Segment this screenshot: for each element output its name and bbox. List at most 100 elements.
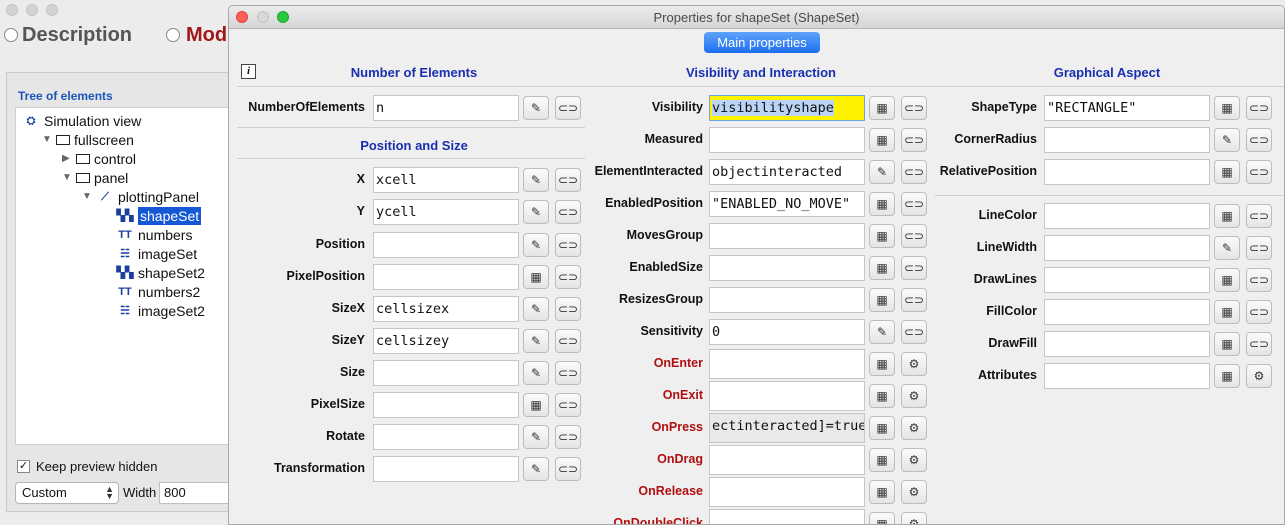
main-properties-button[interactable]: Main properties <box>704 32 820 53</box>
link-icon[interactable]: ⊂⊃ <box>901 224 927 248</box>
tree-node[interactable]: TT numbers <box>102 226 192 244</box>
open-dialog-icon[interactable]: ▦ <box>869 192 895 216</box>
link-icon[interactable]: ⊂⊃ <box>901 160 927 184</box>
edit-value-icon[interactable]: ✎ <box>523 425 549 449</box>
property-input-cornerradius[interactable] <box>1044 127 1210 153</box>
property-input-transformation[interactable] <box>373 456 519 482</box>
property-input-sizey[interactable]: cellsizey <box>373 328 519 354</box>
edit-value-icon[interactable]: ✎ <box>523 361 549 385</box>
link-icon[interactable]: ⊂⊃ <box>901 320 927 344</box>
open-dialog-icon[interactable]: ▦ <box>1214 364 1240 388</box>
tree-node[interactable]: ▼ fullscreen <box>42 131 134 149</box>
open-dialog-icon[interactable]: ▦ <box>869 288 895 312</box>
tree-node[interactable]: ▶ control <box>62 150 136 168</box>
link-icon[interactable]: ⊂⊃ <box>555 297 581 321</box>
gear-icon[interactable]: ⚙ <box>901 480 927 504</box>
gear-icon[interactable]: ⚙ <box>901 416 927 440</box>
edit-value-icon[interactable]: ✎ <box>523 233 549 257</box>
link-icon[interactable]: ⊂⊃ <box>901 192 927 216</box>
open-dialog-icon[interactable]: ▦ <box>869 448 895 472</box>
property-input-visibility[interactable]: visibilityshape <box>709 95 865 121</box>
link-icon[interactable]: ⊂⊃ <box>1246 128 1272 152</box>
property-input-position[interactable] <box>373 232 519 258</box>
property-input-sizex[interactable]: cellsizex <box>373 296 519 322</box>
edit-value-icon[interactable]: ✎ <box>523 200 549 224</box>
open-dialog-icon[interactable]: ▦ <box>869 256 895 280</box>
open-dialog-icon[interactable]: ▦ <box>869 480 895 504</box>
link-icon[interactable]: ⊂⊃ <box>555 361 581 385</box>
link-icon[interactable]: ⊂⊃ <box>555 457 581 481</box>
size-select[interactable]: Custom ▲ ▼ <box>15 482 119 504</box>
property-input-enabledposition[interactable]: "ENABLED_NO_MOVE" <box>709 191 865 217</box>
property-input-elementinteracted[interactable]: objectinteracted <box>709 159 865 185</box>
edit-value-icon[interactable]: ✎ <box>1214 128 1240 152</box>
edit-value-icon[interactable]: ✎ <box>523 297 549 321</box>
expanded-icon[interactable]: ▼ <box>82 188 92 206</box>
tree-node[interactable]: ⛭ Simulation view <box>22 112 142 130</box>
open-dialog-icon[interactable]: ▦ <box>1214 268 1240 292</box>
description-radio[interactable] <box>4 28 18 42</box>
open-dialog-icon[interactable]: ▦ <box>523 265 549 289</box>
link-icon[interactable]: ⊂⊃ <box>901 288 927 312</box>
expanded-icon[interactable]: ▼ <box>42 131 52 149</box>
info-icon[interactable]: i <box>241 64 256 79</box>
property-input-ondoubleclick[interactable] <box>709 509 865 524</box>
property-input-drawfill[interactable] <box>1044 331 1210 357</box>
property-input-sensitivity[interactable]: 0 <box>709 319 865 345</box>
property-input-numberofelements[interactable]: n <box>373 95 519 121</box>
property-input-movesgroup[interactable] <box>709 223 865 249</box>
link-icon[interactable]: ⊂⊃ <box>555 96 581 120</box>
property-input-y[interactable]: ycell <box>373 199 519 225</box>
property-input-pixelposition[interactable] <box>373 264 519 290</box>
open-dialog-icon[interactable]: ▦ <box>869 128 895 152</box>
link-icon[interactable]: ⊂⊃ <box>1246 236 1272 260</box>
keep-preview-checkbox[interactable]: ✓ <box>17 460 30 473</box>
link-icon[interactable]: ⊂⊃ <box>1246 204 1272 228</box>
tab-model[interactable]: Mod <box>186 24 227 47</box>
property-input-rotate[interactable] <box>373 424 519 450</box>
model-radio[interactable] <box>166 28 180 42</box>
tab-description[interactable]: Description <box>22 24 132 47</box>
property-input-fillcolor[interactable] <box>1044 299 1210 325</box>
tree-node[interactable]: ▚▚ shapeSet <box>102 207 202 225</box>
open-dialog-icon[interactable]: ▦ <box>1214 160 1240 184</box>
tree-node[interactable]: ▚▚ shapeSet2 <box>102 264 205 282</box>
open-dialog-icon[interactable]: ▦ <box>869 384 895 408</box>
gear-icon[interactable]: ⚙ <box>901 512 927 524</box>
edit-value-icon[interactable]: ✎ <box>523 96 549 120</box>
open-dialog-icon[interactable]: ▦ <box>869 512 895 524</box>
property-input-drawlines[interactable] <box>1044 267 1210 293</box>
edit-value-icon[interactable]: ✎ <box>523 168 549 192</box>
property-input-shapetype[interactable]: "RECTANGLE" <box>1044 95 1210 121</box>
link-icon[interactable]: ⊂⊃ <box>1246 268 1272 292</box>
link-icon[interactable]: ⊂⊃ <box>1246 300 1272 324</box>
open-dialog-icon[interactable]: ▦ <box>869 352 895 376</box>
property-input-onpress[interactable]: ectinteracted]=true; <box>709 413 865 443</box>
property-input-size[interactable] <box>373 360 519 386</box>
property-input-relativeposition[interactable] <box>1044 159 1210 185</box>
open-dialog-icon[interactable]: ▦ <box>1214 300 1240 324</box>
property-input-linecolor[interactable] <box>1044 203 1210 229</box>
open-dialog-icon[interactable]: ▦ <box>1214 204 1240 228</box>
edit-value-icon[interactable]: ✎ <box>1214 236 1240 260</box>
property-input-linewidth[interactable] <box>1044 235 1210 261</box>
link-icon[interactable]: ⊂⊃ <box>901 128 927 152</box>
link-icon[interactable]: ⊂⊃ <box>901 256 927 280</box>
property-input-ondrag[interactable] <box>709 445 865 475</box>
width-input[interactable]: 800 <box>159 482 239 504</box>
open-dialog-icon[interactable]: ▦ <box>869 224 895 248</box>
property-input-onrelease[interactable] <box>709 477 865 507</box>
open-dialog-icon[interactable]: ▦ <box>1214 96 1240 120</box>
gear-icon[interactable]: ⚙ <box>901 352 927 376</box>
tree-node[interactable]: ☵ imageSet <box>102 245 197 263</box>
collapsed-icon[interactable]: ▶ <box>62 150 72 168</box>
tree-node[interactable]: TT numbers2 <box>102 283 200 301</box>
edit-value-icon[interactable]: ✎ <box>869 160 895 184</box>
edit-value-icon[interactable]: ✎ <box>523 457 549 481</box>
link-icon[interactable]: ⊂⊃ <box>555 329 581 353</box>
gear-icon[interactable]: ⚙ <box>901 448 927 472</box>
open-dialog-icon[interactable]: ▦ <box>523 393 549 417</box>
link-icon[interactable]: ⊂⊃ <box>901 96 927 120</box>
edit-value-icon[interactable]: ✎ <box>869 320 895 344</box>
edit-value-icon[interactable]: ✎ <box>523 329 549 353</box>
